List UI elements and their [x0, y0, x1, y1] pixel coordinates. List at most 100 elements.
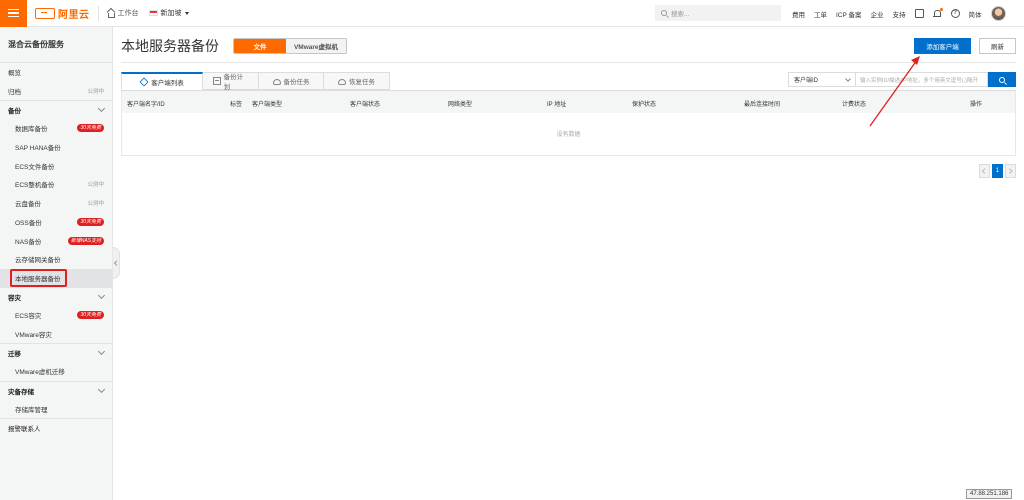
- help-icon[interactable]: ?: [950, 9, 960, 18]
- sidebar-item-label: ECS整机备份: [15, 182, 55, 190]
- message-icon[interactable]: [914, 9, 924, 18]
- cloud-download-icon: [338, 78, 346, 85]
- notification-dot: [939, 8, 943, 11]
- link-tickets[interactable]: 工单: [814, 9, 827, 19]
- region-selector[interactable]: 新加坡: [148, 8, 189, 18]
- workbench-link[interactable]: 工作台: [107, 8, 139, 18]
- chevron-down-icon[interactable]: [97, 292, 106, 300]
- calendar-icon: [213, 77, 221, 85]
- tab-restore-tasks[interactable]: 恢复任务: [324, 72, 390, 90]
- tab-label: 备份计划: [223, 74, 244, 91]
- col-client-name: 客户端名字/ID: [127, 102, 165, 108]
- top-navigation-bar: 阿里云 工作台 新加坡 搜索... 费用 工单 ICP 备案 企业 支持 ? 简…: [0, 0, 1024, 27]
- tab-backup-plan[interactable]: 备份计划: [203, 72, 259, 91]
- sidebar-item[interactable]: VMware容灾: [0, 325, 112, 344]
- cloud-upload-icon: [272, 78, 281, 85]
- global-search-input[interactable]: 搜索...: [655, 5, 781, 21]
- sidebar-title: 混合云备份服务: [0, 27, 112, 63]
- sidebar-item-label: 灾备存储: [8, 388, 34, 396]
- singapore-flag-icon: [148, 10, 158, 16]
- sidebar-group[interactable]: 备份: [0, 100, 112, 119]
- tab-bar: 客户端列表 备份计划 备份任务 恢复任务: [121, 72, 390, 91]
- sidebar-item-label: OSS备份: [15, 219, 42, 227]
- sidebar-item[interactable]: NAS备份 新增NAS支持: [0, 231, 112, 250]
- col-ip-address: IP 地址: [547, 102, 567, 108]
- chevron-left-icon: [114, 260, 119, 266]
- aliyun-logo[interactable]: 阿里云: [35, 0, 90, 27]
- sidebar-item-label: 概览: [8, 70, 21, 78]
- sidebar-item-label: VMware虚机迁移: [15, 369, 65, 377]
- sidebar-item-badge: 30天免费: [77, 311, 104, 320]
- top-links: 费用 工单 ICP 备案 企业 支持 ? 简体: [792, 0, 1006, 27]
- sidebar-group[interactable]: 灾备存储: [0, 380, 112, 400]
- chevron-down-icon: [845, 75, 851, 82]
- tab-label: 客户端列表: [151, 79, 184, 87]
- sidebar-collapse-handle[interactable]: [113, 247, 120, 279]
- col-network-type: 网络类型: [448, 102, 473, 108]
- avatar[interactable]: [990, 6, 1006, 21]
- page-number-button[interactable]: 1: [992, 164, 1003, 178]
- link-billing[interactable]: 费用: [792, 9, 805, 19]
- chevron-right-icon: [1007, 168, 1013, 174]
- sidebar-item-label: 备份: [8, 108, 21, 116]
- sidebar-group[interactable]: 迁移: [0, 343, 112, 362]
- next-page-button[interactable]: [1005, 164, 1016, 178]
- sidebar-item[interactable]: 归档 公测中: [0, 82, 112, 101]
- chevron-down-icon[interactable]: [97, 385, 106, 393]
- aliyun-logo-icon: [35, 7, 55, 19]
- filter-field-select[interactable]: 客户端ID: [788, 72, 856, 87]
- sidebar-item[interactable]: ECS整机备份 公测中: [0, 175, 112, 194]
- tab-label: 备份任务: [283, 79, 310, 86]
- sidebar-item[interactable]: ECS文件备份: [0, 156, 112, 175]
- sidebar-item[interactable]: SAP HANA备份: [0, 138, 112, 157]
- sidebar-item[interactable]: 数据库备份 30天免费: [0, 119, 112, 138]
- chevron-down-icon: [184, 11, 189, 15]
- sidebar-item[interactable]: 概览: [0, 63, 112, 82]
- sidebar-item[interactable]: 本地服务器备份: [0, 268, 112, 288]
- search-icon: [661, 10, 667, 16]
- tab-backup-tasks[interactable]: 备份任务: [259, 72, 324, 90]
- col-tags: 标签: [230, 102, 243, 108]
- col-actions: 操作: [970, 102, 983, 108]
- divider: [97, 5, 99, 21]
- sidebar-item[interactable]: 报警联系人: [0, 418, 112, 437]
- prev-page-button[interactable]: [979, 164, 990, 178]
- tab-label: 恢复任务: [349, 79, 375, 86]
- backup-type-toggle: 文件 VMware虚拟机: [233, 38, 347, 54]
- region-label: 新加坡: [160, 10, 182, 17]
- sidebar-item-label: 云存储网关备份: [15, 257, 61, 265]
- sidebar-item-label: 迁移: [8, 351, 21, 359]
- filter-search-button[interactable]: [988, 72, 1016, 87]
- chevron-down-icon[interactable]: [97, 348, 106, 356]
- sidebar-item[interactable]: OSS备份 30天免费: [0, 213, 112, 232]
- link-enterprise[interactable]: 企业: [871, 9, 884, 19]
- sidebar-item[interactable]: 云盘备份 公测中: [0, 194, 112, 213]
- sidebar-item[interactable]: ECS容灾 30天免费: [0, 306, 112, 325]
- menu-icon[interactable]: [0, 0, 27, 27]
- chevron-down-icon[interactable]: [97, 105, 106, 113]
- sidebar-group[interactable]: 容灾: [0, 287, 112, 306]
- sidebar-item-badge: 公测中: [87, 182, 104, 189]
- sidebar-item-label: VMware容灾: [15, 331, 52, 339]
- col-client-status: 客户端状态: [350, 102, 381, 108]
- arrow-head: [911, 56, 920, 65]
- language-switch[interactable]: 简体: [969, 9, 982, 19]
- link-icp[interactable]: ICP 备案: [836, 9, 862, 19]
- sidebar-item-badge: 新增NAS支持: [67, 236, 104, 245]
- sidebar-item-badge: 公测中: [87, 201, 104, 208]
- toggle-vmware[interactable]: VMware虚拟机: [286, 39, 346, 53]
- sidebar-item[interactable]: VMware虚机迁移: [0, 362, 112, 381]
- toggle-file[interactable]: 文件: [234, 39, 286, 53]
- sidebar-item[interactable]: 存储库管理: [0, 399, 112, 418]
- col-protection-status: 保护状态: [632, 102, 657, 108]
- col-client-type: 客户端类型: [252, 102, 283, 108]
- tab-client-list[interactable]: 客户端列表: [121, 72, 203, 90]
- sidebar-item-badge: 30天免费: [77, 124, 104, 133]
- sidebar-item-label: SAP HANA备份: [15, 145, 61, 153]
- search-placeholder: 搜索...: [671, 11, 690, 18]
- sidebar-item[interactable]: 云存储网关备份: [0, 250, 112, 269]
- sidebar-item-badge: 公测中: [87, 89, 104, 96]
- link-support[interactable]: 支持: [893, 9, 906, 19]
- refresh-button[interactable]: 刷新: [979, 38, 1016, 54]
- bell-icon[interactable]: [932, 8, 943, 18]
